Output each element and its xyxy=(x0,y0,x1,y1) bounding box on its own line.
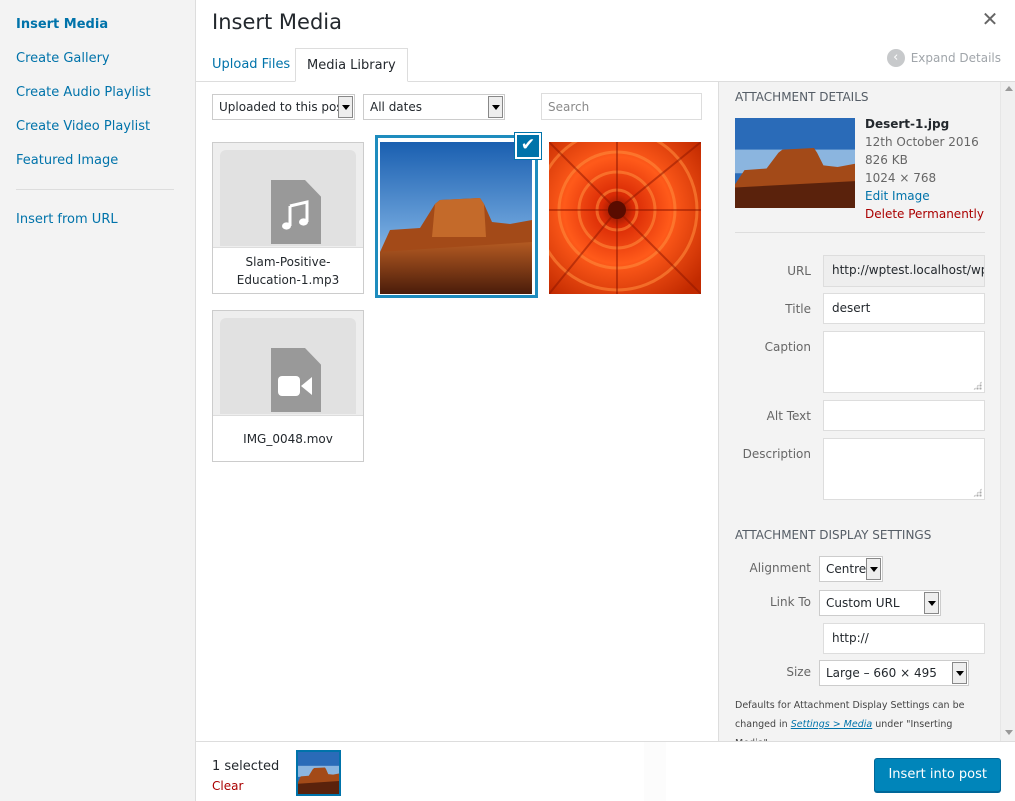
title-field[interactable]: desert xyxy=(823,293,985,324)
resize-grip-icon[interactable] xyxy=(973,381,982,390)
caption-label: Caption xyxy=(764,340,811,354)
attachment-flower-image[interactable] xyxy=(549,142,701,294)
media-toolbar-footer: 1 selected Clear Insert into post xyxy=(196,741,1015,801)
media-menu: Insert Media Create Gallery Create Audio… xyxy=(0,0,196,801)
menu-item-create-video-playlist[interactable]: Create Video Playlist xyxy=(16,119,150,134)
attachment-details-sidebar: ATTACHMENT DETAILS Desert-1.jpg 12th Oct… xyxy=(718,82,1015,749)
music-note-icon xyxy=(282,200,309,230)
description-label: Description xyxy=(742,447,811,461)
caption-textarea[interactable] xyxy=(823,331,985,393)
alt-text-field[interactable] xyxy=(823,400,985,431)
search-input[interactable] xyxy=(541,93,702,120)
menu-item-featured-image[interactable]: Featured Image xyxy=(16,153,118,168)
dropdown-arrow-icon xyxy=(952,662,967,684)
insert-into-post-button[interactable]: Insert into post xyxy=(874,758,1001,792)
size-label: Size xyxy=(786,665,811,679)
attachment-video[interactable]: IMG_0048.mov xyxy=(212,310,364,462)
chevron-left-icon: ‹ xyxy=(886,49,905,67)
scroll-up-icon[interactable] xyxy=(1005,86,1013,91)
tab-upload-files[interactable]: Upload Files xyxy=(201,48,301,82)
details-divider xyxy=(735,232,985,233)
filter-type-value: Uploaded to this post xyxy=(219,100,348,114)
checkmark-icon[interactable]: ✔ xyxy=(515,133,541,159)
resize-grip-icon[interactable] xyxy=(973,488,982,497)
url-field[interactable]: http://wptest.localhost/wp- xyxy=(823,255,985,287)
filter-date-value: All dates xyxy=(370,100,423,114)
link-to-select[interactable]: Custom URL xyxy=(819,590,941,616)
close-icon[interactable]: ✕ xyxy=(981,9,999,29)
expand-details-label: Expand Details xyxy=(910,51,1001,65)
alt-text-label: Alt Text xyxy=(766,409,811,423)
menu-item-insert-media[interactable]: Insert Media xyxy=(16,17,108,32)
link-to-value: Custom URL xyxy=(826,596,900,610)
attachment-thumbnail xyxy=(735,118,855,208)
alignment-value: Centre xyxy=(826,562,867,576)
dropdown-arrow-icon xyxy=(866,558,881,580)
selection-count: 1 selected xyxy=(212,759,280,774)
selected-attachment-frame xyxy=(375,135,538,298)
attachment-dimensions: 1024 × 768 xyxy=(865,171,937,185)
delete-permanently-link[interactable]: Delete Permanently xyxy=(865,205,984,223)
dropdown-arrow-icon xyxy=(488,96,503,118)
dropdown-arrow-icon xyxy=(338,96,353,118)
desert-thumbnail xyxy=(735,118,855,208)
footer-gap xyxy=(644,742,666,801)
attachment-filename: Slam-Positive-Education-1.mp3 xyxy=(213,247,363,293)
flower-photo xyxy=(549,142,701,294)
attachment-size: 826 KB xyxy=(865,153,908,167)
settings-media-link[interactable]: Settings > Media xyxy=(791,719,873,730)
attachment-meta: Desert-1.jpg 12th October 2016 826 KB 10… xyxy=(865,115,984,223)
attachment-details-heading: ATTACHMENT DETAILS xyxy=(735,90,869,104)
title-label: Title xyxy=(785,302,811,316)
dropdown-arrow-icon xyxy=(924,592,939,614)
scroll-down-icon[interactable] xyxy=(1005,730,1013,735)
attachment-filename: IMG_0048.mov xyxy=(213,415,363,461)
display-settings-heading: ATTACHMENT DISPLAY SETTINGS xyxy=(735,528,932,542)
alignment-select[interactable]: Centre xyxy=(819,556,883,582)
selection-thumbnail[interactable] xyxy=(296,750,341,796)
url-label: URL xyxy=(787,264,811,278)
description-textarea[interactable] xyxy=(823,438,985,500)
attachment-audio[interactable]: Slam-Positive-Education-1.mp3 xyxy=(212,142,364,294)
menu-separator xyxy=(16,189,174,190)
expand-details-button[interactable]: ‹ Expand Details xyxy=(886,49,1001,67)
modal-title: Insert Media xyxy=(212,10,342,34)
edit-image-link[interactable]: Edit Image xyxy=(865,187,984,205)
attachment-filename: Desert-1.jpg xyxy=(865,117,950,131)
size-select[interactable]: Large – 660 × 495 xyxy=(819,660,969,686)
video-camera-icon xyxy=(278,376,312,396)
clear-selection-link[interactable]: Clear xyxy=(212,779,243,793)
filter-date-select[interactable]: All dates xyxy=(363,94,505,120)
alignment-label: Alignment xyxy=(749,561,811,575)
menu-item-create-audio-playlist[interactable]: Create Audio Playlist xyxy=(16,85,151,100)
sidebar-scrollbar[interactable] xyxy=(1000,82,1015,741)
size-value: Large – 660 × 495 xyxy=(826,666,937,680)
link-url-field[interactable]: http:// xyxy=(823,623,985,654)
menu-item-insert-from-url[interactable]: Insert from URL xyxy=(16,212,118,227)
menu-item-create-gallery[interactable]: Create Gallery xyxy=(16,51,110,66)
link-to-label: Link To xyxy=(769,595,811,609)
attachment-preview xyxy=(220,318,356,414)
attachment-preview xyxy=(220,150,356,246)
tab-media-library[interactable]: Media Library xyxy=(295,48,408,82)
filter-type-select[interactable]: Uploaded to this post xyxy=(212,94,355,120)
attachment-date: 12th October 2016 xyxy=(865,135,979,149)
desert-selection-thumb xyxy=(298,752,339,794)
